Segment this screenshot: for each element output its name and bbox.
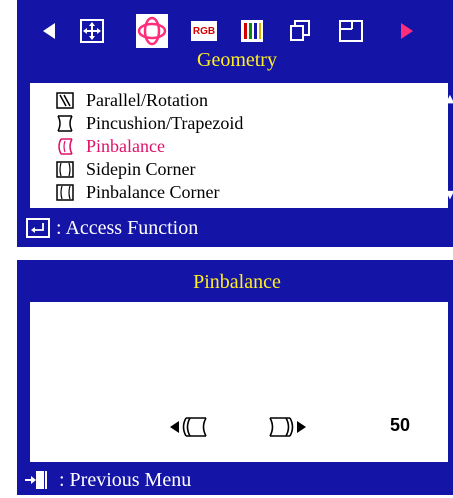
osd-icon-bar: RGB (17, 13, 453, 49)
pinbalance-increase-icon (269, 417, 306, 437)
status-text: : Previous Menu (59, 468, 192, 491)
osd-window-icon[interactable] (337, 13, 365, 49)
scroll-up-icon[interactable]: ▲ (443, 92, 453, 105)
menu-item-pinbalance-corner[interactable]: Pinbalance Corner (56, 181, 219, 204)
pinbalance-corner-icon (56, 184, 74, 201)
pincushion-trapezoid-icon (57, 115, 73, 132)
menu-item-label: Sidepin Corner (86, 159, 196, 179)
pinbalance-decrease-icon (170, 417, 207, 437)
rgb-label: RGB (191, 21, 217, 41)
menu-item-label: Pinbalance (86, 136, 165, 156)
rgb-icon[interactable]: RGB (189, 13, 219, 49)
status-bar: : Previous Menu (17, 462, 453, 498)
exit-menu-icon (25, 471, 47, 489)
pinbalance-value: 50 (390, 415, 411, 435)
scroll-down-icon[interactable]: ▼ (443, 188, 453, 201)
sidepin-corner-icon (56, 161, 74, 178)
menu-item-sidepin-corner[interactable]: Sidepin Corner (56, 158, 196, 181)
menu-list: Parallel/Rotation Pincushion/Trapezoid P… (30, 83, 448, 208)
menu-item-pinbalance[interactable]: Pinbalance (56, 135, 165, 158)
status-bar: : Access Function (17, 210, 453, 246)
increase-button[interactable] (266, 407, 308, 447)
display-mode-icon[interactable] (287, 13, 313, 49)
geometry-icon[interactable] (135, 13, 169, 49)
enter-key-icon (26, 218, 50, 238)
menu-title: Geometry (197, 49, 277, 71)
menu-item-label: Pinbalance Corner (86, 182, 220, 202)
menu-item-pincushion-trapezoid[interactable]: Pincushion/Trapezoid (56, 112, 243, 135)
color-bars-icon[interactable] (239, 13, 265, 49)
menu-item-label: Pincushion/Trapezoid (86, 113, 244, 133)
menu-item-parallel-rotation[interactable]: Parallel/Rotation (56, 89, 208, 112)
adjust-title: Pinbalance (193, 271, 281, 293)
decrease-button[interactable] (168, 407, 210, 447)
status-text: : Access Function (56, 216, 199, 239)
menu-item-label: Parallel/Rotation (86, 90, 208, 110)
adjust-area: 50 (30, 302, 448, 462)
left-arrow-icon[interactable] (39, 13, 59, 49)
right-arrow-icon[interactable] (397, 13, 417, 49)
parallel-rotation-icon (56, 92, 74, 109)
pinbalance-icon (58, 138, 73, 155)
position-icon[interactable] (79, 13, 105, 49)
geometry-menu-panel: RGB Geometry Parallel/Rotation Pincushio… (17, 0, 453, 247)
pinbalance-adjust-panel: Pinbalance 50: Previous Menu (17, 260, 453, 495)
